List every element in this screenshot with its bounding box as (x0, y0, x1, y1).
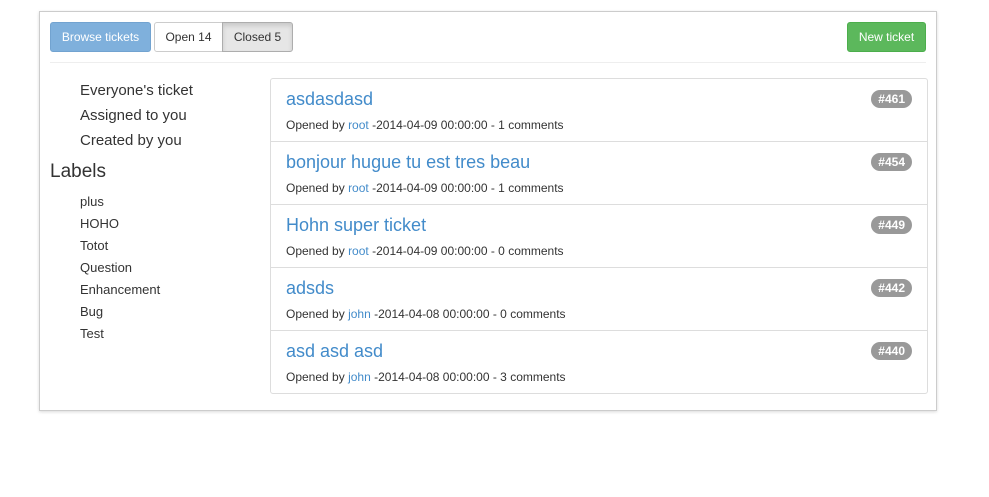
ticket-author-link[interactable]: john (348, 307, 371, 321)
ticket-number-badge: #440 (871, 342, 912, 360)
ticket-author-link[interactable]: root (348, 181, 369, 195)
ticket-title-link[interactable]: asdasdasd (286, 88, 912, 110)
status-filter-group: Open 14 Closed 5 (154, 22, 294, 52)
label-item-bug[interactable]: Bug (50, 301, 260, 323)
ticket-meta-details: -2014-04-08 00:00:00 - 3 comments (374, 370, 566, 384)
ticket-meta-details: -2014-04-09 00:00:00 - 1 comments (372, 118, 564, 132)
ticket-title-link[interactable]: bonjour hugue tu est tres beau (286, 151, 912, 173)
opened-by-label: Opened by (286, 370, 345, 384)
toolbar: Browse tickets Open 14 Closed 5 New tick… (50, 22, 926, 52)
label-item-question[interactable]: Question (50, 257, 260, 279)
ticket-meta: Opened by john -2014-04-08 00:00:00 - 0 … (286, 307, 912, 321)
labels-heading: Labels (50, 161, 106, 182)
toolbar-divider (50, 62, 926, 63)
filter-assigned-to-you[interactable]: Assigned to you (50, 103, 260, 128)
browse-tickets-button[interactable]: Browse tickets (50, 22, 151, 52)
ticket-meta-details: -2014-04-08 00:00:00 - 0 comments (374, 307, 566, 321)
ticket-title-link[interactable]: asd asd asd (286, 340, 912, 362)
sidebar: Everyone's ticket Assigned to you Create… (50, 78, 260, 345)
ticket-row: asdasdasd #461 Opened by root -2014-04-0… (271, 79, 927, 142)
ticket-number-badge: #461 (871, 90, 912, 108)
ticket-row: asd asd asd #440 Opened by john -2014-04… (271, 331, 927, 393)
opened-by-label: Opened by (286, 181, 345, 195)
new-ticket-button[interactable]: New ticket (847, 22, 926, 52)
filter-created-by-you[interactable]: Created by you (50, 128, 260, 153)
label-item-totot[interactable]: Totot (50, 235, 260, 257)
ticket-meta: Opened by root -2014-04-09 00:00:00 - 1 … (286, 118, 912, 132)
tickets-panel: Browse tickets Open 14 Closed 5 New tick… (39, 11, 937, 411)
ticket-row: Hohn super ticket #449 Opened by root -2… (271, 205, 927, 268)
label-item-plus[interactable]: plus (50, 191, 260, 213)
ticket-meta-details: -2014-04-09 00:00:00 - 1 comments (372, 181, 564, 195)
opened-by-label: Opened by (286, 118, 345, 132)
filter-everyones-ticket[interactable]: Everyone's ticket (50, 78, 260, 103)
label-item-test[interactable]: Test (50, 323, 260, 345)
opened-by-label: Opened by (286, 307, 345, 321)
ticket-meta-details: -2014-04-09 00:00:00 - 0 comments (372, 244, 564, 258)
ticket-number-badge: #454 (871, 153, 912, 171)
ticket-author-link[interactable]: root (348, 244, 369, 258)
ticket-row: bonjour hugue tu est tres beau #454 Open… (271, 142, 927, 205)
ticket-author-link[interactable]: john (348, 370, 371, 384)
ticket-number-badge: #442 (871, 279, 912, 297)
ticket-meta: Opened by root -2014-04-09 00:00:00 - 0 … (286, 244, 912, 258)
opened-by-label: Opened by (286, 244, 345, 258)
ticket-list: asdasdasd #461 Opened by root -2014-04-0… (270, 78, 928, 394)
ticket-meta: Opened by root -2014-04-09 00:00:00 - 1 … (286, 181, 912, 195)
ticket-title-link[interactable]: adsds (286, 277, 912, 299)
ticket-number-badge: #449 (871, 216, 912, 234)
label-item-hoho[interactable]: HOHO (50, 213, 260, 235)
label-item-enhancement[interactable]: Enhancement (50, 279, 260, 301)
ticket-row: adsds #442 Opened by john -2014-04-08 00… (271, 268, 927, 331)
open-tickets-button[interactable]: Open 14 (154, 22, 223, 52)
ticket-author-link[interactable]: root (348, 118, 369, 132)
ticket-title-link[interactable]: Hohn super ticket (286, 214, 912, 236)
closed-tickets-button[interactable]: Closed 5 (222, 22, 293, 52)
ticket-meta: Opened by john -2014-04-08 00:00:00 - 3 … (286, 370, 912, 384)
